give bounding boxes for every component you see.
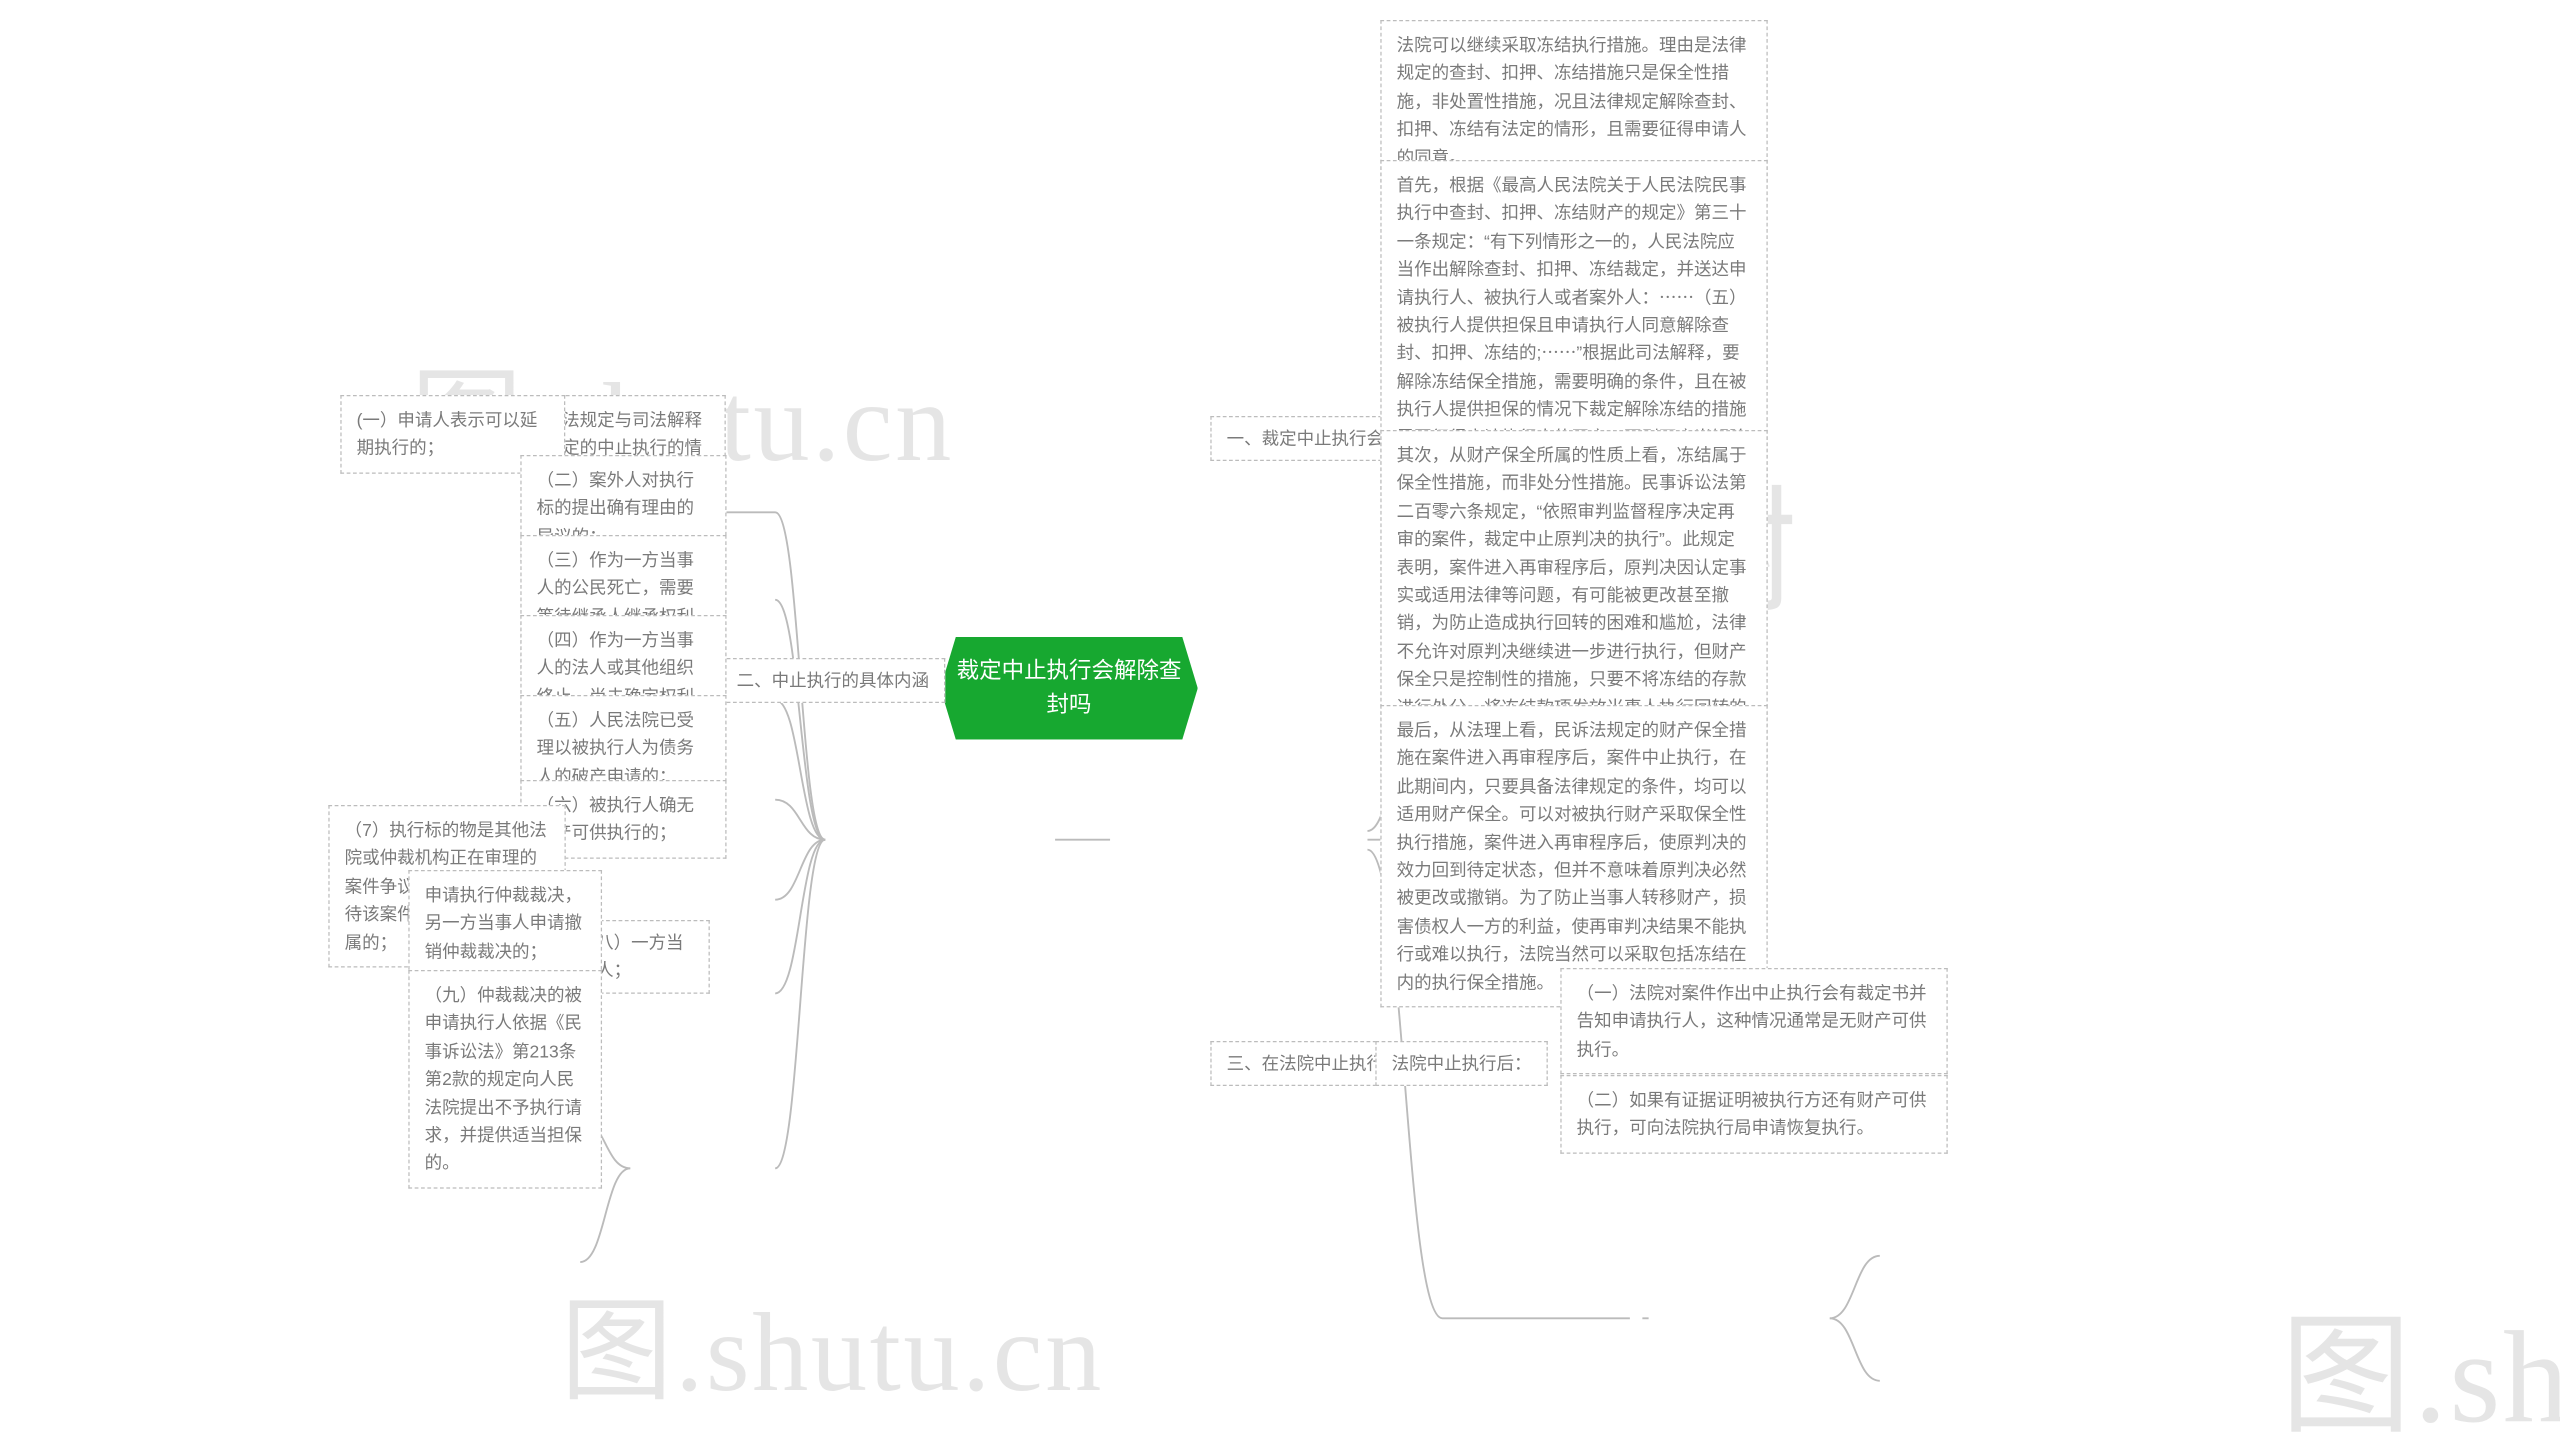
branch-1-child-4: 最后，从法理上看，民诉法规定的财产保全措施在案件进入再审程序后，案件中止执行，在… bbox=[1380, 705, 1767, 1007]
branch-3-child-1: 法院中止执行后： bbox=[1375, 1041, 1547, 1086]
branch-2-title: 二、中止执行的具体内涵 bbox=[720, 658, 945, 703]
branch-3-grandchild-2: （二）如果有证据证明被执行方还有财产可供执行，可向法院执行局申请恢复执行。 bbox=[1560, 1075, 1947, 1153]
branch-2-child-8-2: （九）仲裁裁决的被申请执行人依据《民事诉讼法》第213条第2款的规定向人民法院提… bbox=[408, 970, 602, 1188]
root-node: 裁定中止执行会解除查封吗 bbox=[940, 637, 1197, 739]
branch-3-grandchild-1: （一）法院对案件作出中止执行会有裁定书并告知申请执行人，这种情况通常是无财产可供… bbox=[1560, 968, 1947, 1074]
branch-2-child-8-1: 申请执行仲裁裁决，另一方当事人申请撤销仲裁裁决的； bbox=[408, 870, 602, 976]
branch-1-child-1: 法院可以继续采取冻结执行措施。理由是法律规定的查封、扣押、冻结措施只是保全性措施… bbox=[1380, 20, 1767, 182]
